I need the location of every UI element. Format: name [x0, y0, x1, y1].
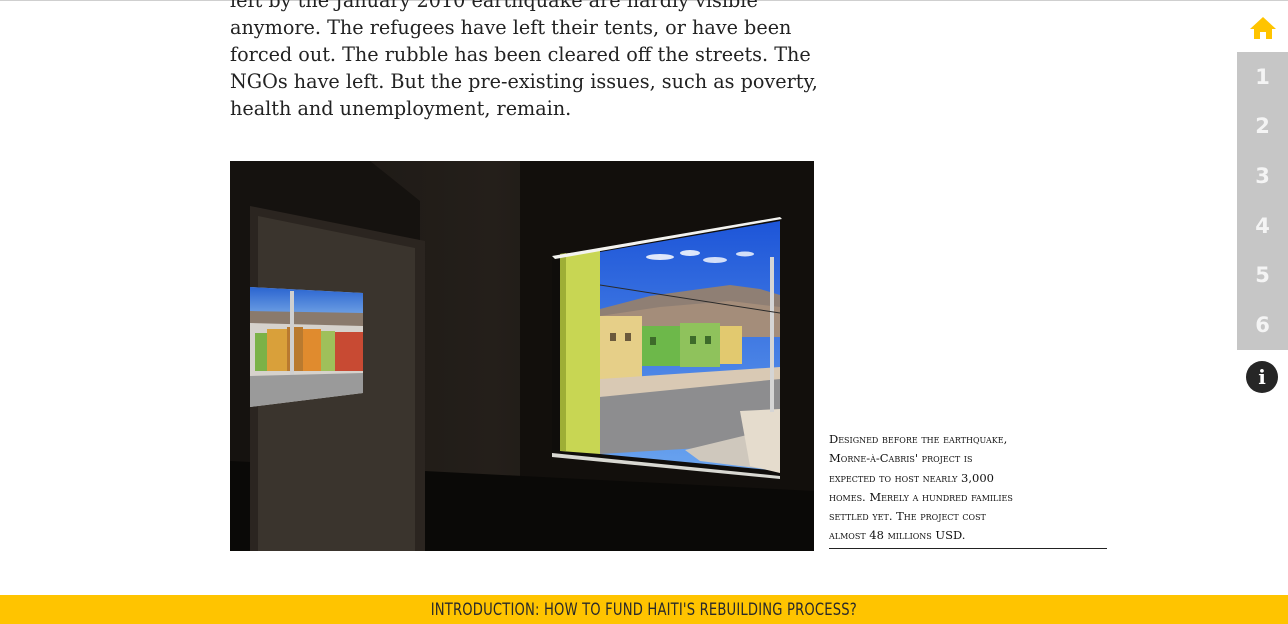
paragraph-line: left by the January 2010 earthquake are … — [230, 0, 758, 12]
paragraph-line: health and unemployment, remain. — [230, 97, 572, 120]
chapter-nav: 1 2 3 4 5 6 — [1237, 52, 1288, 350]
paragraph-line: anymore. The refugees have left their te… — [230, 16, 792, 39]
article-paragraph: left by the January 2010 earthquake are … — [230, 0, 820, 122]
paragraph-line: NGOs have left. But the pre-existing iss… — [230, 70, 818, 93]
photo-caption: Designed before the earthquake, Morne-à-… — [829, 430, 1107, 549]
caption-line: Morne-à-Cabris' project is — [829, 451, 973, 466]
chapter-link-6[interactable]: 6 — [1237, 300, 1288, 350]
chapter-link-1[interactable]: 1 — [1237, 52, 1288, 102]
caption-line: homes. Merely a hundred families — [829, 489, 1013, 504]
next-chapter-bar[interactable]: INTRODUCTION: HOW TO FUND HAITI'S REBUIL… — [0, 595, 1288, 624]
chapter-link-4[interactable]: 4 — [1237, 201, 1288, 251]
paragraph-line: forced out. The rubble has been cleared … — [230, 43, 811, 66]
chapter-link-3[interactable]: 3 — [1237, 151, 1288, 201]
info-icon: i — [1258, 365, 1266, 389]
caption-line: expected to host nearly 3,000 — [829, 470, 994, 485]
chapter-link-2[interactable]: 2 — [1237, 102, 1288, 152]
caption-line: almost 48 millions USD. — [829, 528, 966, 543]
article-photo — [230, 161, 814, 551]
info-button[interactable]: i — [1246, 361, 1278, 393]
caption-line: Designed before the earthquake, — [829, 432, 1008, 446]
home-button[interactable] — [1237, 8, 1288, 48]
caption-line: settled yet. The project cost — [829, 509, 986, 524]
chapter-title: INTRODUCTION: HOW TO FUND HAITI'S REBUIL… — [430, 599, 858, 620]
chapter-link-5[interactable]: 5 — [1237, 250, 1288, 300]
home-icon — [1249, 17, 1276, 39]
